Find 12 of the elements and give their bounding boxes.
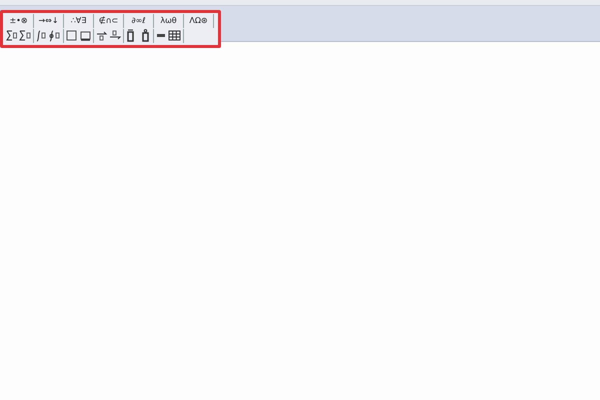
matrix-template-icon bbox=[156, 30, 182, 41]
template-palette-button[interactable] bbox=[64, 28, 94, 42]
template-palette-button[interactable] bbox=[124, 28, 154, 42]
integral-template-icon bbox=[36, 30, 62, 42]
accent-template-icon bbox=[126, 29, 152, 42]
template-palette-button[interactable] bbox=[94, 28, 124, 42]
template-palette-button[interactable] bbox=[4, 28, 34, 42]
template-palette-button[interactable] bbox=[34, 28, 64, 42]
arrow-template-icon bbox=[96, 30, 122, 41]
box-template-icon bbox=[66, 30, 92, 41]
template-palette-button[interactable] bbox=[154, 28, 184, 42]
sum-template-icon bbox=[6, 30, 32, 41]
